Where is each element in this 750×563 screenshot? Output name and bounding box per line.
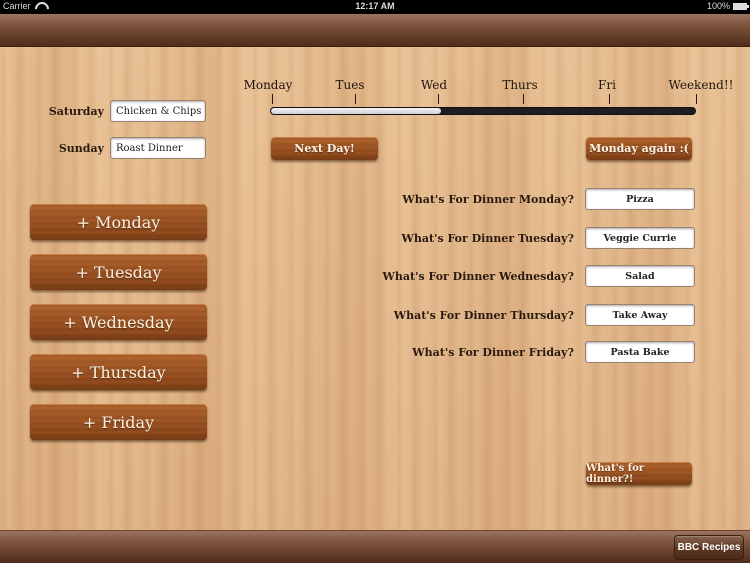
day-label-tues: Tues [335, 78, 365, 92]
navigation-bar [0, 14, 750, 47]
day-label-weekend: Weekend!! [668, 78, 734, 92]
dinner-field-wednesday[interactable]: Salad [585, 265, 695, 287]
tick-mark [609, 94, 610, 104]
day-label-wed: Wed [420, 78, 448, 92]
dinner-question-tuesday: What's For Dinner Tuesday? [401, 232, 574, 245]
battery-icon [733, 2, 749, 10]
dinner-question-monday: What's For Dinner Monday? [402, 193, 574, 206]
battery-info: 100% [706, 1, 749, 11]
monday-again-button[interactable]: Monday again :( [586, 137, 692, 160]
add-thursday-button[interactable]: + Thursday [30, 354, 207, 390]
day-label-thurs: Thurs [502, 78, 538, 92]
dinner-field-thursday[interactable]: Take Away [585, 304, 695, 326]
add-tuesday-button[interactable]: + Tuesday [30, 254, 207, 290]
bottom-toolbar: BBC Recipes [0, 530, 750, 563]
day-label-fri: Fri [598, 78, 616, 92]
tick-mark [438, 94, 439, 104]
dinner-field-friday[interactable]: Pasta Bake [585, 341, 695, 363]
bbc-recipes-button[interactable]: BBC Recipes [674, 535, 744, 560]
day-label-monday: Monday [243, 78, 293, 92]
tick-mark [696, 94, 697, 104]
dinner-question-wednesday: What's For Dinner Wednesday? [382, 270, 574, 283]
battery-percent: 100% [706, 1, 730, 11]
whats-for-dinner-button[interactable]: What's for dinner?! [586, 462, 692, 485]
status-bar: Carrier 12:17 AM 100% [0, 0, 750, 14]
dinner-question-friday: What's For Dinner Friday? [412, 346, 574, 359]
saturday-label: Saturday [48, 105, 104, 118]
week-progress-bar [270, 107, 696, 115]
sunday-label: Sunday [58, 142, 104, 155]
dinner-question-thursday: What's For Dinner Thursday? [393, 309, 574, 322]
sunday-field[interactable]: Roast Dinner [110, 137, 206, 159]
week-progress-fill [271, 108, 441, 114]
add-wednesday-button[interactable]: + Wednesday [30, 304, 207, 340]
tick-mark [355, 94, 356, 104]
dinner-field-monday[interactable]: Pizza [585, 188, 695, 210]
clock: 12:17 AM [355, 1, 395, 11]
saturday-field[interactable]: Chicken & Chips [110, 100, 206, 122]
dinner-field-tuesday[interactable]: Veggie Currie [585, 227, 695, 249]
add-friday-button[interactable]: + Friday [30, 404, 207, 440]
tick-mark [523, 94, 524, 104]
next-day-button[interactable]: Next Day! [271, 137, 378, 160]
add-monday-button[interactable]: + Monday [30, 204, 207, 240]
tick-mark [272, 94, 273, 104]
